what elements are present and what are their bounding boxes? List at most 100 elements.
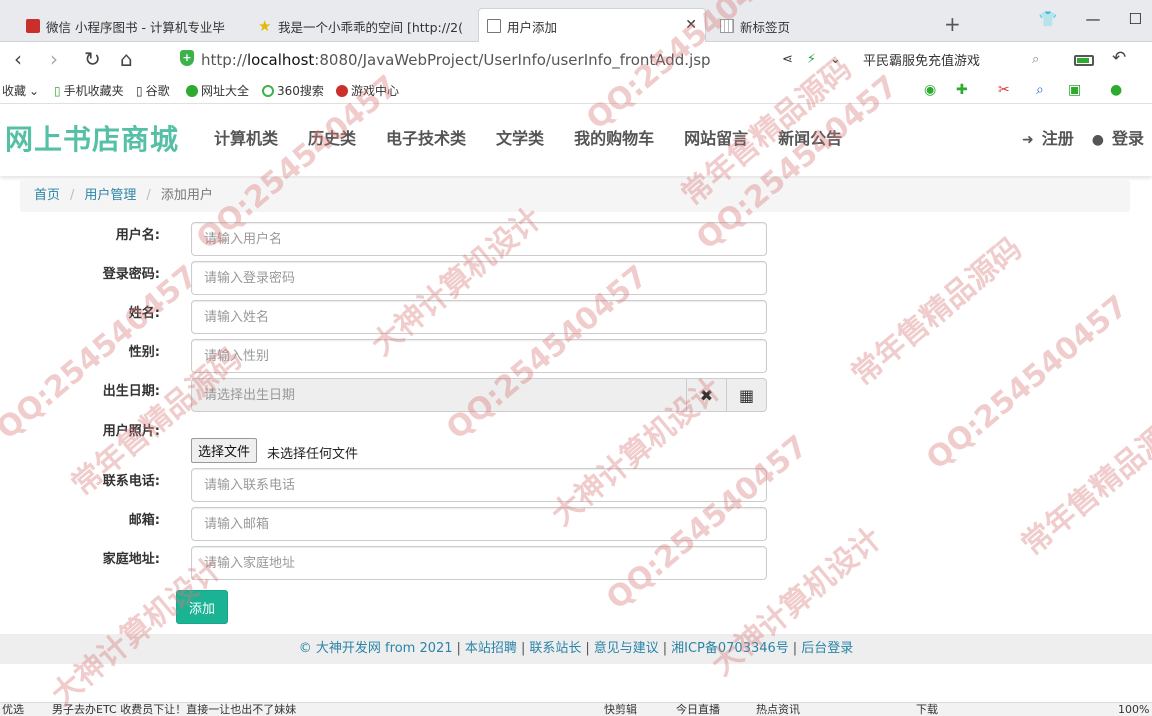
footer-link-icp[interactable]: 湘ICP备0703346号: [671, 641, 789, 656]
footer-link-feedback[interactable]: 意见与建议: [594, 641, 659, 656]
forward-arrow-icon[interactable]: ›: [50, 46, 58, 72]
email-input[interactable]: [191, 507, 767, 541]
status-quick-edit[interactable]: 快剪辑: [604, 703, 637, 716]
translate-extension-icon[interactable]: ✚: [956, 82, 968, 98]
bookmark-label: 谷歌: [145, 84, 170, 98]
menu-history[interactable]: 历史类: [308, 128, 356, 150]
clear-date-icon[interactable]: ✖: [687, 378, 727, 412]
magnifier-extension-icon[interactable]: ⌕: [1036, 82, 1044, 98]
watermark-source: 常年售精品源码: [1015, 401, 1152, 563]
bookmark-favorites[interactable]: 收藏 ⌄: [2, 82, 39, 99]
site-header: 网上书店商城 计算机类 历史类 电子技术类 文学类 我的购物车 网站留言 新闻公…: [0, 104, 1152, 176]
minimize-icon[interactable]: —: [1086, 10, 1101, 28]
close-tab-icon[interactable]: ✕: [685, 17, 697, 33]
browser-tab-1[interactable]: 微信 小程序图书 - 计算机专业毕: [18, 10, 244, 42]
url-field[interactable]: http://localhost:8080/JavaWebProject/Use…: [201, 48, 711, 72]
chevron-down-icon: ⌄: [29, 83, 40, 98]
address-input[interactable]: [191, 546, 767, 580]
footer-link-admin-login[interactable]: 后台登录: [801, 641, 853, 656]
auth-links: ➜ 注册 ● 登录: [1022, 128, 1144, 151]
password-input[interactable]: [191, 261, 767, 295]
bookmark-360-search[interactable]: 360搜索: [262, 82, 324, 99]
bookmark-label: 360搜索: [277, 84, 324, 98]
email-label: 邮箱:: [128, 513, 160, 528]
back-arrow-icon[interactable]: ‹: [14, 46, 22, 72]
address-label: 家庭地址:: [102, 552, 160, 567]
menu-literature[interactable]: 文学类: [496, 128, 544, 150]
menu-computer[interactable]: 计算机类: [214, 128, 278, 150]
star-icon: ★: [258, 17, 272, 35]
gender-input[interactable]: [191, 339, 767, 373]
gamepad-icon[interactable]: ▣: [1068, 82, 1081, 98]
url-path: :8080/JavaWebProject/UserInfo/userInfo_f…: [314, 51, 711, 69]
footer-divider: |: [520, 641, 526, 656]
shield-extension-icon[interactable]: ●: [1110, 82, 1122, 98]
skin-shirt-icon[interactable]: 👕: [1039, 10, 1058, 28]
reload-icon[interactable]: ↻: [84, 46, 101, 72]
status-download[interactable]: 下载: [916, 703, 938, 716]
menu-cart[interactable]: 我的购物车: [574, 128, 654, 150]
calendar-icon[interactable]: ▦: [727, 378, 767, 412]
breadcrumb-separator: /: [70, 188, 75, 203]
bookmark-game-center[interactable]: 游戏中心: [336, 82, 399, 99]
promo-link[interactable]: 平民霸服免充值游戏: [863, 50, 980, 69]
chat-extension-icon[interactable]: ◉: [924, 82, 936, 98]
menu-guestbook[interactable]: 网站留言: [684, 128, 748, 150]
search-icon[interactable]: ⌕: [1032, 52, 1039, 67]
status-hot-news[interactable]: 热点资讯: [756, 703, 800, 716]
page-icon: [487, 19, 501, 33]
user-icon: ●: [1091, 132, 1104, 148]
window-controls: 👕 — ☐: [1039, 10, 1142, 28]
maximize-icon[interactable]: ☐: [1129, 10, 1142, 28]
browser-tab-4[interactable]: 新标签页: [712, 10, 932, 42]
file-status-text: 未选择任何文件: [267, 447, 359, 462]
site-footer: © 大神开发网 from 2021 | 本站招聘 | 联系站长 | 意见与建议 | 湘ICP备0…: [0, 634, 1152, 664]
site-nav-icon: [186, 84, 198, 97]
tab-title: 用户添加: [507, 19, 558, 35]
bookmark-mobile[interactable]: ▯ 手机收藏夹: [54, 82, 124, 99]
undo-icon[interactable]: ↶: [1112, 48, 1126, 68]
menu-electronics[interactable]: 电子技术类: [386, 128, 466, 150]
footer-divider: |: [662, 641, 668, 656]
status-live[interactable]: 今日直播: [676, 703, 720, 716]
browser-status-bar: 优选 男子去办ETC 收费员下让！直接一让也出不了妹妹 快剪辑 今日直播 热点资…: [0, 702, 1152, 716]
bookmark-google[interactable]: ▯ 谷歌: [136, 82, 170, 99]
lightning-icon[interactable]: ⚡: [807, 52, 816, 67]
new-tab-plus-icon[interactable]: +: [944, 12, 961, 36]
status-news-ticker[interactable]: 男子去办ETC 收费员下让！直接一让也出不了妹妹: [52, 703, 296, 716]
name-input[interactable]: [191, 300, 767, 334]
phone-input[interactable]: [191, 468, 767, 502]
breadcrumb-home[interactable]: 首页: [34, 188, 60, 203]
gender-label: 性别:: [128, 345, 160, 360]
watermark-qq: QQ:254540457: [920, 288, 1135, 477]
share-icon[interactable]: ⋖: [782, 52, 793, 67]
login-link[interactable]: ● 登录: [1092, 128, 1144, 151]
menu-news[interactable]: 新闻公告: [778, 128, 842, 150]
username-input[interactable]: [191, 222, 767, 256]
add-submit-button[interactable]: 添加: [176, 590, 229, 624]
url-prefix: http://: [201, 51, 247, 69]
secure-shield-icon: +: [180, 50, 194, 66]
browser-tab-3-active[interactable]: 用户添加 ✕: [478, 8, 706, 43]
watermark-qq: QQ:254540457: [0, 258, 205, 447]
footer-link-contact[interactable]: 联系站长: [529, 641, 581, 656]
new-tab-grid-icon: [720, 19, 734, 33]
address-bar-tools: ⋖ ⚡ ⌄ 平民霸服免充值游戏 ⌕: [782, 50, 1039, 69]
birthday-input[interactable]: [191, 378, 687, 412]
breadcrumb-user-management[interactable]: 用户管理: [84, 188, 136, 203]
watermark-source: 常年售精品源码: [845, 231, 1029, 393]
bookmark-sites[interactable]: 网址大全: [186, 82, 249, 99]
chevron-down-icon[interactable]: ⌄: [830, 52, 841, 67]
url-host: localhost: [246, 51, 315, 69]
register-link[interactable]: ➜ 注册: [1022, 128, 1074, 151]
status-zoom[interactable]: 100%: [1118, 703, 1149, 716]
status-preferred[interactable]: 优选: [2, 703, 24, 716]
choose-file-button[interactable]: 选择文件: [191, 438, 258, 463]
birthday-label: 出生日期:: [102, 384, 160, 399]
site-brand[interactable]: 网上书店商城: [5, 122, 179, 158]
scissors-icon[interactable]: ✂: [998, 82, 1010, 98]
browser-tab-2[interactable]: ★ 我是一个小乖乖的空间 [http://2(: [250, 10, 478, 42]
login-label: 登录: [1111, 129, 1144, 148]
home-icon[interactable]: ⌂: [120, 46, 133, 72]
footer-link-jobs[interactable]: 本站招聘: [465, 641, 517, 656]
